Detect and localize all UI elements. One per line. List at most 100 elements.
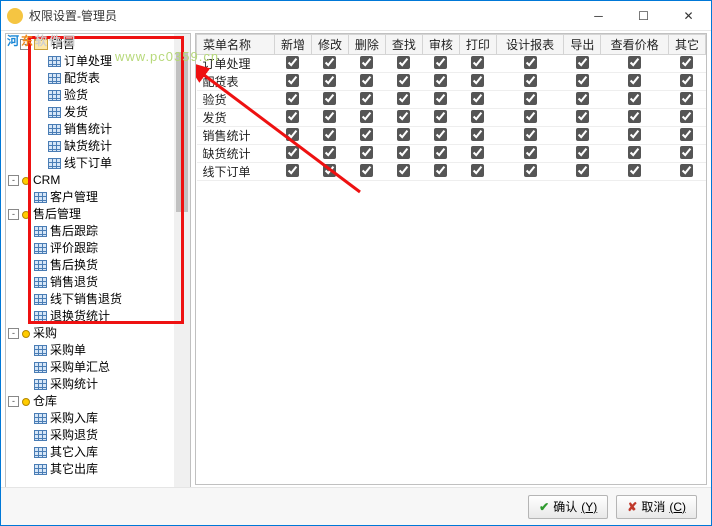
collapse-icon[interactable]: -	[8, 396, 19, 407]
permission-checkbox[interactable]	[576, 110, 589, 123]
permission-checkbox[interactable]	[628, 92, 641, 105]
tree-node[interactable]: 线下销售退货	[6, 291, 174, 308]
permission-checkbox[interactable]	[286, 110, 299, 123]
permission-checkbox[interactable]	[471, 128, 484, 141]
tree-node[interactable]: 售后换货	[6, 257, 174, 274]
maximize-button[interactable]: ☐	[621, 1, 666, 30]
column-header[interactable]: 审核	[422, 35, 459, 55]
column-header[interactable]: 新增	[275, 35, 312, 55]
column-header[interactable]: 设计报表	[496, 35, 564, 55]
tree-node[interactable]: 订单处理	[6, 53, 174, 70]
ok-button[interactable]: ✔ 确认(Y)	[528, 495, 608, 519]
permission-checkbox[interactable]	[397, 110, 410, 123]
permission-checkbox[interactable]	[286, 56, 299, 69]
permission-checkbox[interactable]	[576, 92, 589, 105]
permission-checkbox[interactable]	[628, 74, 641, 87]
column-header[interactable]: 修改	[311, 35, 348, 55]
tree-node[interactable]: -CRM	[6, 172, 174, 189]
tree-node[interactable]: -销售	[6, 36, 174, 53]
permission-checkbox[interactable]	[628, 164, 641, 177]
permission-checkbox[interactable]	[524, 74, 537, 87]
tree-node[interactable]: 采购统计	[6, 376, 174, 393]
permission-checkbox[interactable]	[397, 92, 410, 105]
permission-checkbox[interactable]	[397, 128, 410, 141]
permission-checkbox[interactable]	[680, 146, 693, 159]
tree-node[interactable]: 采购入库	[6, 410, 174, 427]
permission-checkbox[interactable]	[524, 128, 537, 141]
tree-node[interactable]: 线下订单	[6, 155, 174, 172]
column-header[interactable]: 查找	[385, 35, 422, 55]
tree[interactable]: -销售订单处理配货表验货发货销售统计缺货统计线下订单-CRM客户管理-售后管理售…	[6, 34, 174, 488]
collapse-icon[interactable]: -	[20, 39, 31, 50]
scrollbar-thumb[interactable]	[176, 52, 188, 212]
tree-node[interactable]: 采购单	[6, 342, 174, 359]
permission-checkbox[interactable]	[397, 146, 410, 159]
tree-node[interactable]: 销售退货	[6, 274, 174, 291]
permission-checkbox[interactable]	[471, 56, 484, 69]
permission-checkbox[interactable]	[360, 56, 373, 69]
permission-checkbox[interactable]	[471, 146, 484, 159]
tree-node[interactable]: 验货	[6, 87, 174, 104]
permission-checkbox[interactable]	[360, 164, 373, 177]
permission-checkbox[interactable]	[576, 56, 589, 69]
column-header[interactable]: 导出	[564, 35, 601, 55]
permission-checkbox[interactable]	[524, 110, 537, 123]
permission-checkbox[interactable]	[323, 92, 336, 105]
tree-node[interactable]: 采购退货	[6, 427, 174, 444]
permission-checkbox[interactable]	[471, 74, 484, 87]
tree-node[interactable]: 其它入库	[6, 444, 174, 461]
permission-checkbox[interactable]	[434, 164, 447, 177]
permission-checkbox[interactable]	[471, 164, 484, 177]
permission-checkbox[interactable]	[397, 74, 410, 87]
collapse-icon[interactable]: -	[8, 175, 19, 186]
tree-node[interactable]: -仓库	[6, 393, 174, 410]
permission-checkbox[interactable]	[576, 128, 589, 141]
permission-checkbox[interactable]	[286, 74, 299, 87]
permission-checkbox[interactable]	[434, 128, 447, 141]
collapse-icon[interactable]: -	[8, 328, 19, 339]
permission-checkbox[interactable]	[360, 74, 373, 87]
permission-checkbox[interactable]	[576, 146, 589, 159]
permission-checkbox[interactable]	[628, 146, 641, 159]
permission-checkbox[interactable]	[471, 92, 484, 105]
permission-checkbox[interactable]	[628, 56, 641, 69]
permission-checkbox[interactable]	[680, 56, 693, 69]
permission-checkbox[interactable]	[434, 74, 447, 87]
tree-node[interactable]: 评价跟踪	[6, 240, 174, 257]
permission-checkbox[interactable]	[397, 164, 410, 177]
cancel-button[interactable]: ✘ 取消(C)	[616, 495, 697, 519]
permission-checkbox[interactable]	[524, 92, 537, 105]
minimize-button[interactable]: ─	[576, 1, 621, 30]
tree-node[interactable]: 售后跟踪	[6, 223, 174, 240]
permission-checkbox[interactable]	[434, 56, 447, 69]
tree-node[interactable]: 配货表	[6, 70, 174, 87]
permission-checkbox[interactable]	[360, 110, 373, 123]
permission-checkbox[interactable]	[434, 110, 447, 123]
tree-node[interactable]: 销售统计	[6, 121, 174, 138]
tree-node[interactable]: 缺货统计	[6, 138, 174, 155]
collapse-icon[interactable]: -	[8, 209, 19, 220]
permission-checkbox[interactable]	[286, 128, 299, 141]
column-header[interactable]: 打印	[459, 35, 496, 55]
permission-checkbox[interactable]	[524, 56, 537, 69]
permission-checkbox[interactable]	[628, 128, 641, 141]
tree-node[interactable]: 采购单汇总	[6, 359, 174, 376]
permission-checkbox[interactable]	[323, 146, 336, 159]
tree-node[interactable]: 客户管理	[6, 189, 174, 206]
permission-checkbox[interactable]	[434, 146, 447, 159]
permission-checkbox[interactable]	[680, 164, 693, 177]
permission-checkbox[interactable]	[680, 128, 693, 141]
close-button[interactable]: ✕	[666, 1, 711, 30]
permission-checkbox[interactable]	[286, 92, 299, 105]
permission-checkbox[interactable]	[576, 74, 589, 87]
permission-checkbox[interactable]	[680, 74, 693, 87]
tree-scrollbar[interactable]	[174, 34, 190, 488]
permission-checkbox[interactable]	[524, 146, 537, 159]
tree-node[interactable]: 其它出库	[6, 461, 174, 478]
permission-checkbox[interactable]	[360, 146, 373, 159]
permission-checkbox[interactable]	[323, 110, 336, 123]
permission-checkbox[interactable]	[680, 110, 693, 123]
permission-checkbox[interactable]	[360, 128, 373, 141]
permission-checkbox[interactable]	[680, 92, 693, 105]
permission-checkbox[interactable]	[323, 128, 336, 141]
